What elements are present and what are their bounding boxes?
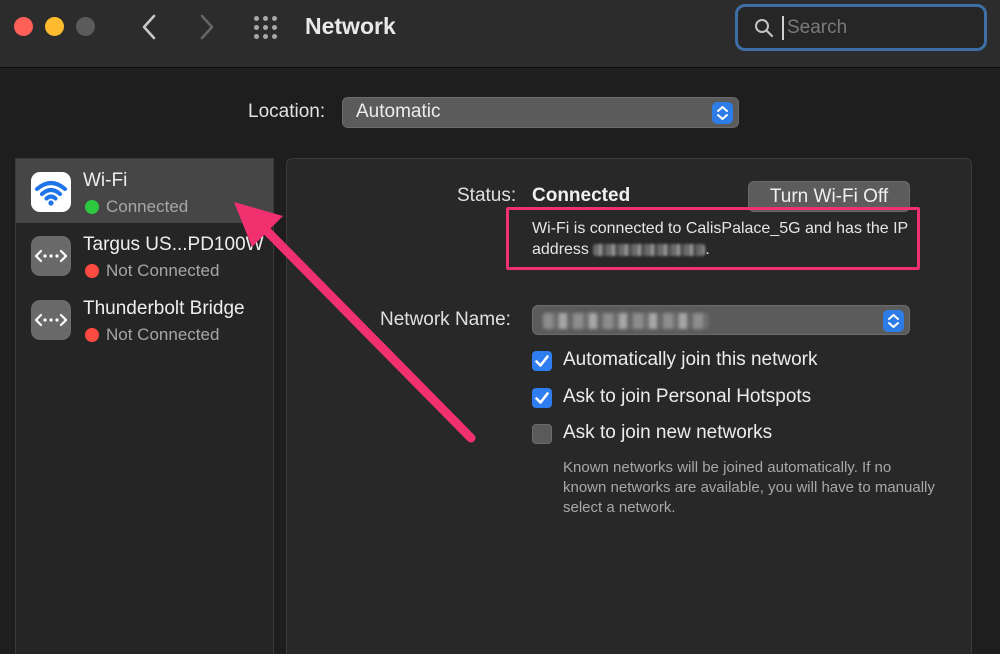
back-button[interactable] [134,12,164,42]
help-text: Known networks will be joined automatica… [563,459,935,516]
service-item-wifi[interactable]: Wi-Fi Connected [16,159,273,223]
window-title: Network [305,13,396,39]
popup-stepper-icon [712,102,733,124]
close-window-button[interactable] [14,17,33,36]
status-value: Connected [532,185,631,206]
search-icon [755,19,774,38]
checkbox-checked-icon[interactable] [532,351,552,371]
service-name: Thunderbolt Bridge [83,298,245,319]
status-dot [85,264,99,278]
location-value: Automatic [356,101,441,122]
service-status: Connected [106,197,189,216]
service-name: Wi-Fi [83,170,128,191]
ethernet-icon [31,300,71,340]
checkbox-label: Ask to join Personal Hotspots [563,386,812,407]
chevron-left-icon [142,14,156,40]
service-item-targus[interactable]: Targus US...PD100W Not Connected [16,223,273,287]
zoom-window-button[interactable] [76,17,95,36]
checkbox-label: Automatically join this network [563,349,818,370]
forward-button[interactable] [192,12,222,42]
checkbox-checked-icon[interactable] [532,388,552,408]
service-status: Not Connected [106,261,220,280]
checkbox-unchecked-icon[interactable] [532,424,552,444]
popup-stepper-icon [883,310,904,332]
search-field[interactable] [735,4,987,51]
network-name-select[interactable] [532,305,910,335]
service-name: Targus US...PD100W [83,234,264,255]
location-select[interactable]: Automatic [342,97,739,128]
search-input[interactable] [782,16,972,40]
checkbox-label: Ask to join new networks [563,422,773,443]
wifi-icon [31,172,71,212]
network-name-label: Network Name: [380,309,511,330]
show-all-grid-button[interactable] [252,14,282,40]
chevron-right-icon [200,14,214,40]
status-dot [85,200,99,214]
minimize-window-button[interactable] [45,17,64,36]
service-item-thunderbolt-bridge[interactable]: Thunderbolt Bridge Not Connected [16,287,273,351]
annotation-highlight-box [506,207,920,270]
redacted-network-name [543,313,709,329]
location-label: Location: [248,101,326,122]
service-list: Wi-Fi Connected Targus US...PD100W Not C… [15,158,274,654]
window-toolbar: Network [0,0,1000,68]
ethernet-icon [31,236,71,276]
status-label: Status: [457,185,517,206]
status-dot [85,328,99,342]
service-status: Not Connected [106,325,220,344]
